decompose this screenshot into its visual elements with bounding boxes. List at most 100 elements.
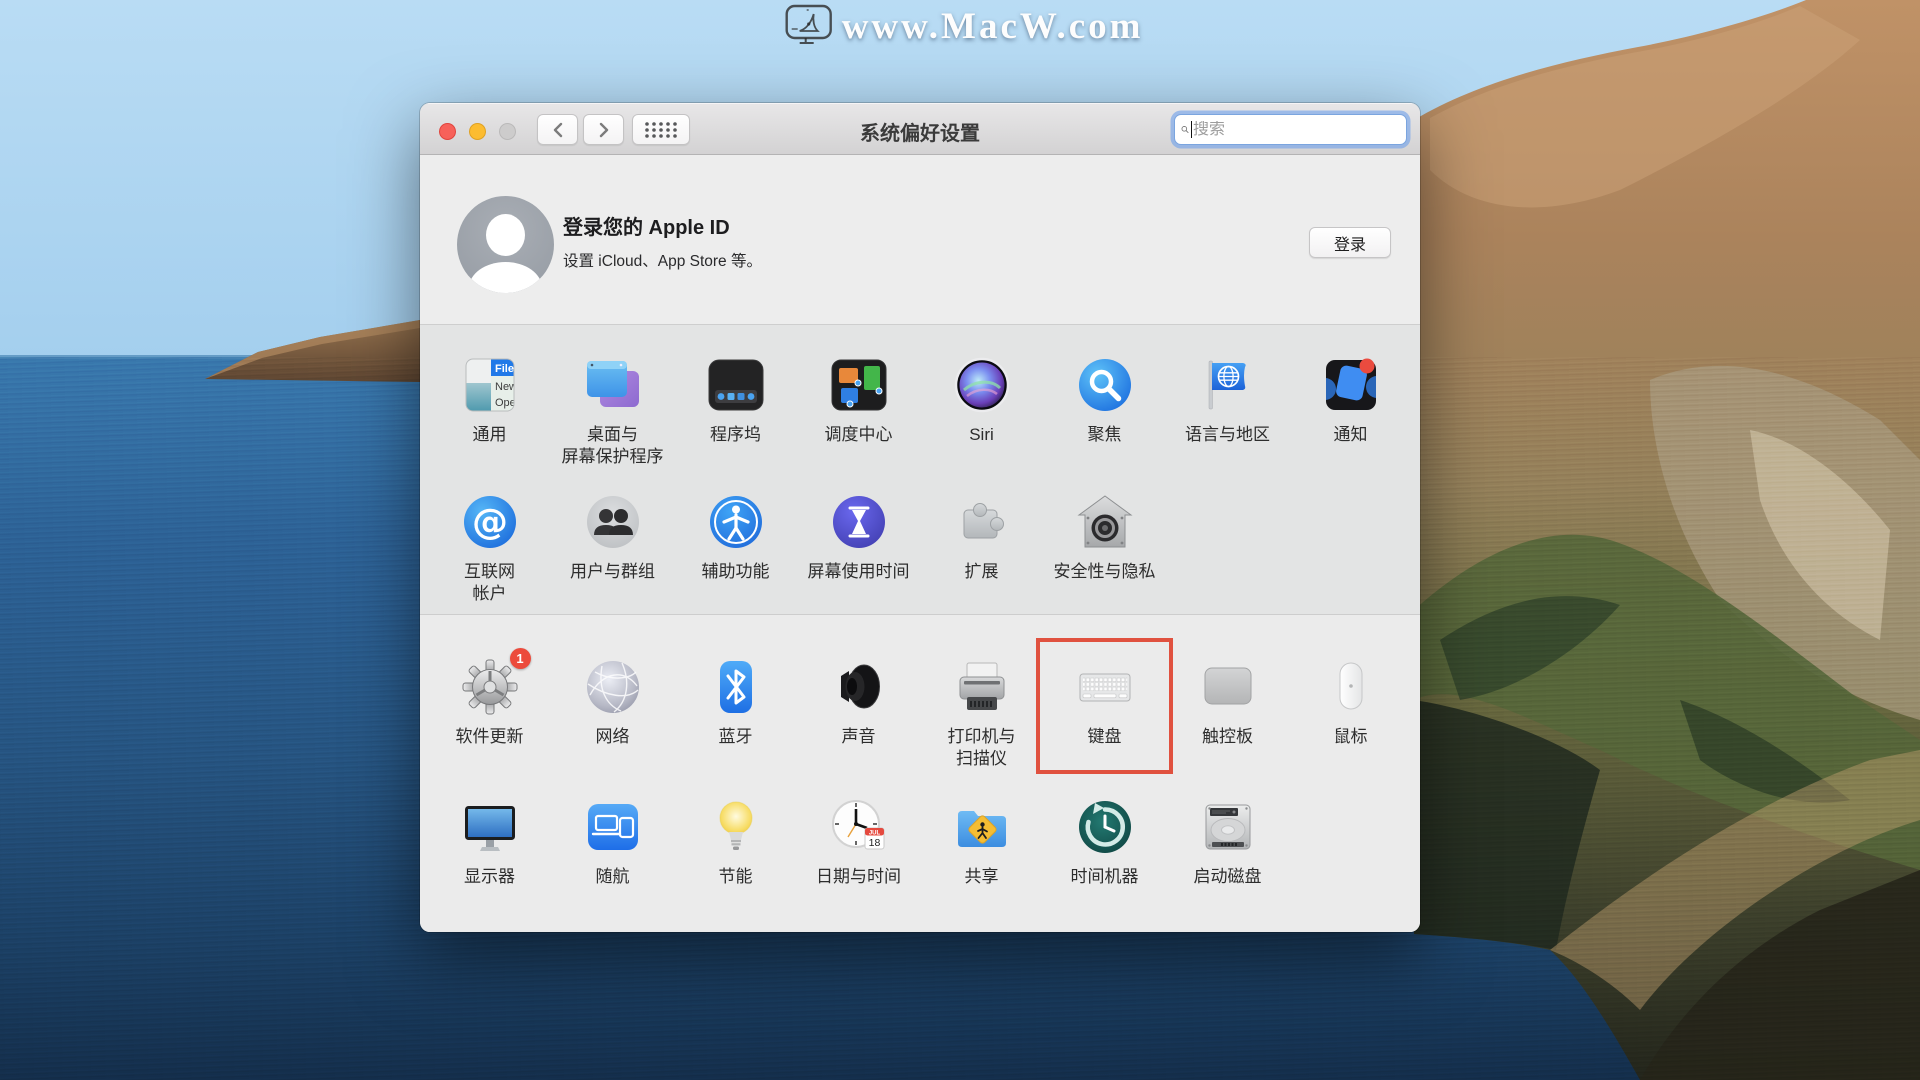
pref-tile-label: 节能: [719, 866, 753, 888]
notifications-icon: [1319, 353, 1383, 417]
pref-tile-missioncontrol[interactable]: 调度中心: [797, 353, 920, 468]
sound-icon: [827, 655, 891, 719]
preferences-grid-top: FileNewOpe 通用 桌面与 屏幕保护程序程序坞调度中心 Siri 聚焦 语言与地区…: [420, 325, 1420, 615]
sidecar-icon: [581, 795, 645, 859]
highlight-box: [1036, 638, 1173, 774]
pref-tile-label: Siri: [969, 424, 994, 446]
pref-tile-general[interactable]: FileNewOpe 通用: [428, 353, 551, 468]
general-icon: FileNewOpe: [458, 353, 522, 417]
pref-tile-dock[interactable]: 程序坞: [674, 353, 797, 468]
apple-id-title: 登录您的 Apple ID: [563, 211, 762, 240]
pref-tile-update[interactable]: 1 软件更新: [428, 655, 551, 770]
pref-tile-trackpad[interactable]: 触控板: [1166, 655, 1289, 770]
pref-tile-security[interactable]: 安全性与隐私: [1043, 490, 1166, 605]
icon-row-3: 1 软件更新 网络 蓝牙 声音 打印机与 扫描仪键盘触控板 鼠标: [428, 655, 1412, 770]
pref-tile-label: 随航: [596, 866, 630, 888]
pref-tile-mouse[interactable]: 鼠标: [1289, 655, 1412, 770]
pref-tile-keyboard[interactable]: 键盘: [1043, 655, 1166, 770]
pref-tile-timemachine[interactable]: 时间机器: [1043, 795, 1166, 888]
pref-tile-label: 桌面与 屏幕保护程序: [562, 424, 664, 468]
pref-tile-language[interactable]: 语言与地区: [1166, 353, 1289, 468]
pref-tile-desktop[interactable]: 桌面与 屏幕保护程序: [551, 353, 674, 468]
pref-tile-sharing[interactable]: 共享: [920, 795, 1043, 888]
desktop-icon: [581, 353, 645, 417]
bluetooth-icon: [704, 655, 768, 719]
avatar[interactable]: [457, 196, 554, 293]
apple-id-subtitle: 设置 iCloud、App Store 等。: [563, 249, 762, 271]
preferences-grid-bottom: 1 软件更新 网络 蓝牙 声音 打印机与 扫描仪键盘触控板 鼠标 显示器 随航 节能 JUL18 日…: [420, 615, 1420, 932]
search-input[interactable]: [1193, 121, 1400, 139]
svg-text:18: 18: [868, 837, 880, 849]
svg-text:JUL: JUL: [868, 831, 880, 837]
timemachine-icon: [1073, 795, 1137, 859]
icon-row-1: FileNewOpe 通用 桌面与 屏幕保护程序程序坞调度中心 Siri 聚焦 语言与地区…: [428, 353, 1412, 468]
pref-tile-label: 声音: [842, 726, 876, 748]
svg-text:File: File: [495, 363, 514, 375]
pref-tile-label: 共享: [965, 866, 999, 888]
pref-tile-label: 网络: [596, 726, 630, 748]
pref-tile-users[interactable]: 用户与群组: [551, 490, 674, 605]
avatar-torso: [469, 262, 542, 293]
pref-tile-label: 调度中心: [825, 424, 893, 446]
pref-tile-internet[interactable]: @互联网 帐户: [428, 490, 551, 605]
pref-tile-label: 互联网 帐户: [464, 561, 515, 605]
titlebar: 系统偏好设置: [420, 103, 1420, 155]
printers-icon: [950, 655, 1014, 719]
missioncontrol-icon: [827, 353, 891, 417]
extensions-icon: [950, 490, 1014, 554]
mouse-icon: [1319, 655, 1383, 719]
pref-tile-label: 启动磁盘: [1194, 866, 1262, 888]
spotlight-icon: [1073, 353, 1137, 417]
pref-tile-extensions[interactable]: 扩展: [920, 490, 1043, 605]
pref-tile-sidecar[interactable]: 随航: [551, 795, 674, 888]
pref-tile-label: 语言与地区: [1185, 424, 1270, 446]
system-preferences-window: 系统偏好设置 登录您的 Apple ID 设置 iCloud、App Store…: [420, 103, 1420, 932]
macw-logo-icon: [784, 2, 834, 51]
pref-tile-siri[interactable]: Siri: [920, 353, 1043, 468]
pref-tile-printers[interactable]: 打印机与 扫描仪: [920, 655, 1043, 770]
pref-tile-screentime[interactable]: 屏幕使用时间: [797, 490, 920, 605]
pref-tile-startupdisk[interactable]: 启动磁盘: [1166, 795, 1289, 888]
pref-tile-displays[interactable]: 显示器: [428, 795, 551, 888]
text-cursor: [1191, 121, 1192, 138]
pref-tile-label: 软件更新: [456, 726, 524, 748]
pref-tile-label: 扩展: [965, 561, 999, 583]
pref-tile-spotlight[interactable]: 聚焦: [1043, 353, 1166, 468]
energy-icon: [704, 795, 768, 859]
icon-row-2: @互联网 帐户用户与群组辅助功能屏幕使用时间 扩展 安全性与隐私: [428, 490, 1412, 605]
pref-tile-label: 显示器: [464, 866, 515, 888]
pref-tile-label: 打印机与 扫描仪: [948, 726, 1016, 770]
pref-tile-accessibility[interactable]: 辅助功能: [674, 490, 797, 605]
pref-tile-label: 触控板: [1202, 726, 1253, 748]
dock-icon: [704, 353, 768, 417]
pref-tile-energy[interactable]: 节能: [674, 795, 797, 888]
pref-tile-label: 日期与时间: [816, 866, 901, 888]
pref-tile-datetime[interactable]: JUL18 日期与时间: [797, 795, 920, 888]
accessibility-icon: [704, 490, 768, 554]
users-icon: [581, 490, 645, 554]
pref-tile-label: 通用: [473, 424, 507, 446]
language-icon: [1196, 353, 1260, 417]
pref-tile-sound[interactable]: 声音: [797, 655, 920, 770]
screentime-icon: [827, 490, 891, 554]
displays-icon: [458, 795, 522, 859]
datetime-icon: JUL18: [827, 795, 891, 859]
search-icon: [1181, 121, 1189, 138]
pref-tile-label: 蓝牙: [719, 726, 753, 748]
pref-tile-label: 聚焦: [1088, 424, 1122, 446]
pref-tile-network[interactable]: 网络: [551, 655, 674, 770]
watermark: www.MacW.com: [784, 2, 1144, 51]
search-field[interactable]: [1174, 114, 1407, 145]
pref-tile-notifications[interactable]: 通知: [1289, 353, 1412, 468]
pref-tile-bluetooth[interactable]: 蓝牙: [674, 655, 797, 770]
pref-tile-label: 屏幕使用时间: [808, 561, 910, 583]
avatar-head: [486, 214, 525, 256]
pref-tile-label: 通知: [1334, 424, 1368, 446]
trackpad-icon: [1196, 655, 1260, 719]
apple-id-section: 登录您的 Apple ID 设置 iCloud、App Store 等。 登录: [420, 155, 1420, 325]
pref-tile-label: 安全性与隐私: [1054, 561, 1156, 583]
sign-in-button[interactable]: 登录: [1309, 227, 1391, 258]
sharing-icon: [950, 795, 1014, 859]
update-icon: 1: [458, 655, 522, 719]
siri-icon: [950, 353, 1014, 417]
